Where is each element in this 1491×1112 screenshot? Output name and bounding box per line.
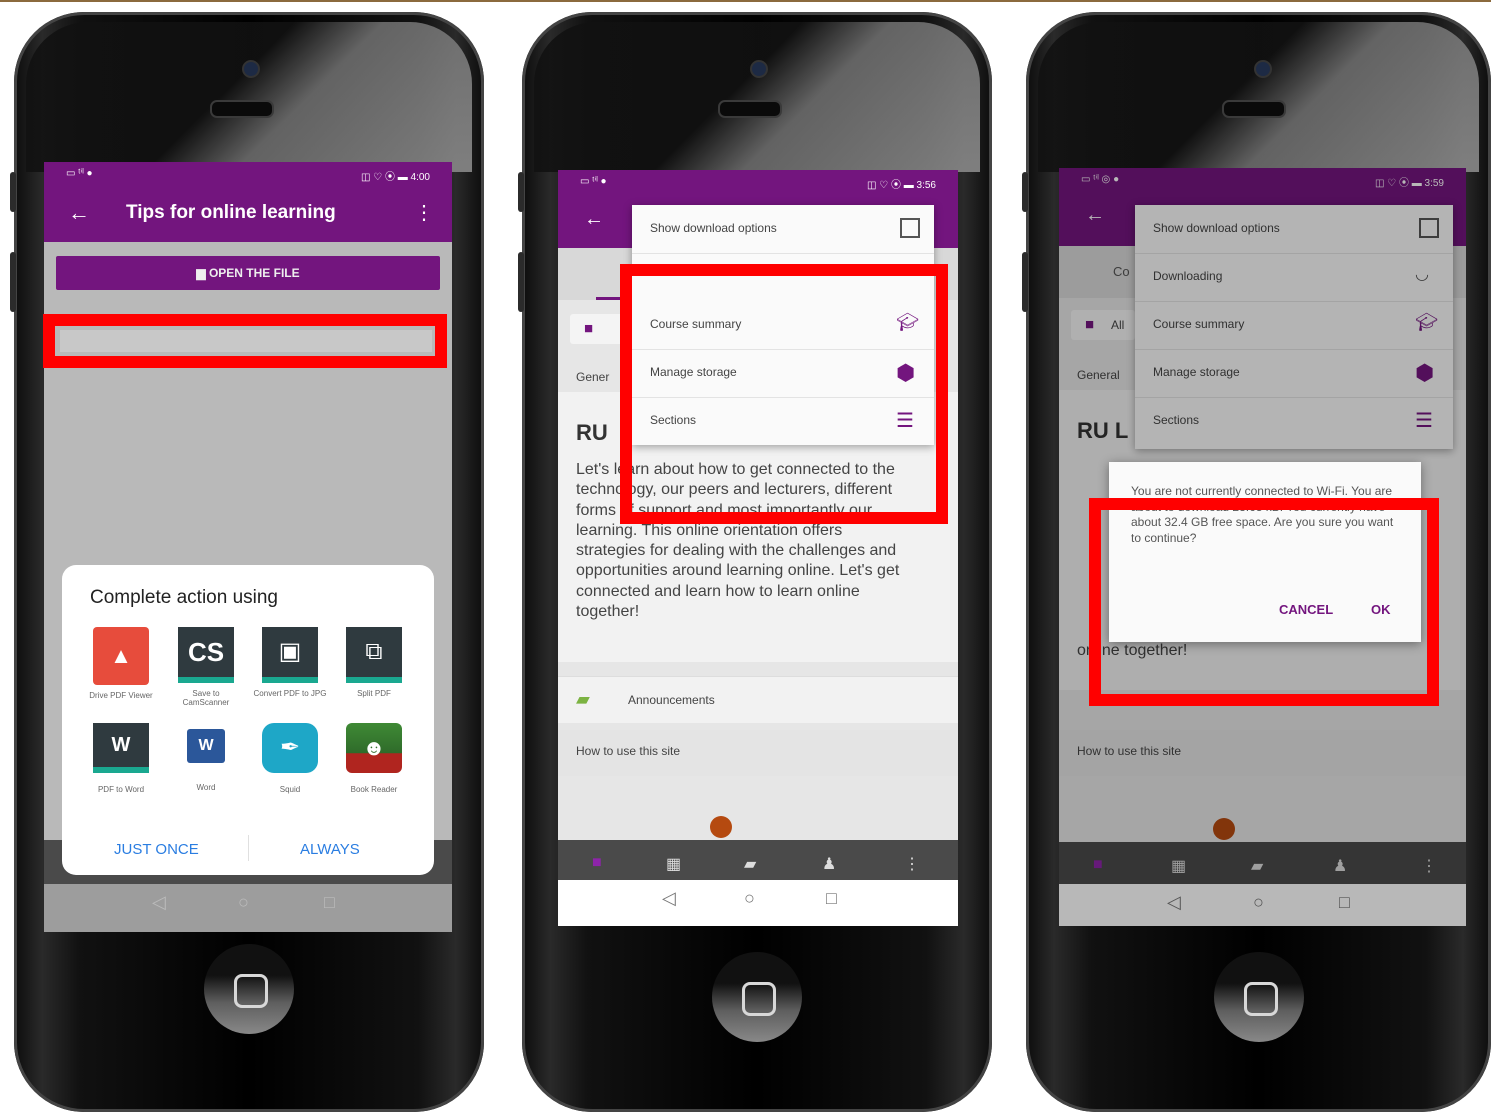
phone-side-button — [518, 252, 524, 312]
nav-home-icon[interactable]: ○ — [744, 888, 755, 909]
complete-action-sheet: Complete action using ▲ Drive PDF Viewer… — [62, 565, 434, 875]
folder-icon: ■ — [584, 320, 594, 337]
open-file-label: OPEN THE FILE — [208, 266, 300, 280]
pdf-to-jpg-icon: ▣ — [262, 627, 318, 683]
system-nav-bar: ◁ ○ □ — [558, 880, 958, 926]
notifications-tab-icon[interactable]: ♟ — [822, 854, 836, 874]
app-option-squid[interactable]: ✒ Squid — [252, 723, 328, 794]
camscanner-icon: CS — [178, 627, 234, 683]
split-pdf-icon: ⧉ — [346, 627, 402, 683]
nav-back-icon[interactable]: ◁ — [662, 888, 676, 909]
phone-side-button — [10, 172, 16, 212]
menu-item-show-download-options[interactable]: Show download options — [632, 205, 934, 254]
nav-back-icon[interactable]: ◁ — [152, 892, 166, 913]
status-right-icons: ◫ ♡ ⦿ ▬ 3:56 — [867, 180, 936, 191]
pdf-to-word-icon: W — [93, 723, 149, 773]
just-once-button[interactable]: JUST ONCE — [114, 841, 199, 858]
app-option-book-reader[interactable]: ☻ Book Reader — [336, 723, 412, 794]
phone-speaker — [718, 100, 782, 118]
screen-1: ▭ ᵗⁱˡ ● ◫ ♡ ⦿ ▬ 4:00 ← Tips for online l… — [44, 162, 452, 932]
app-label: Save to CamScanner — [182, 689, 230, 707]
status-left-icons: ▭ ᵗⁱˡ ● — [580, 176, 607, 187]
home-tab-icon[interactable]: ■ — [592, 854, 602, 872]
phone-frame-1: ▭ ᵗⁱˡ ● ◫ ♡ ⦿ ▬ 4:00 ← Tips for online l… — [10, 12, 484, 1112]
checkbox-icon[interactable] — [900, 218, 920, 238]
app-label: Convert PDF to JPG — [253, 689, 327, 698]
section-general-label: Gener — [576, 370, 610, 384]
front-camera — [750, 60, 768, 78]
status-bar: ▭ ᵗⁱˡ ● ◫ ♡ ⦿ ▬ 4:00 — [44, 162, 452, 186]
app-option-pdf-to-jpg[interactable]: ▣ Convert PDF to JPG — [252, 627, 328, 698]
illustration-figure — [710, 816, 732, 838]
top-border — [0, 0, 1491, 2]
app-label: Word — [196, 783, 216, 792]
front-camera — [242, 60, 260, 78]
phone-side-button — [10, 252, 16, 312]
sheet-title: Complete action using — [90, 587, 278, 608]
phone-side-button — [1022, 172, 1028, 212]
phone-frame-2: ▭ ᵗⁱˡ ● ◫ ♡ ⦿ ▬ 3:56 ← ■ Gener RU Let's … — [518, 12, 992, 1112]
app-label: Book Reader — [350, 785, 398, 794]
menu-item-label: Show download options — [650, 221, 777, 235]
calendar-tab-icon[interactable]: ▦ — [666, 854, 681, 874]
back-arrow-icon[interactable]: ← — [584, 208, 604, 231]
announcements-row[interactable]: ▰ Announcements — [558, 676, 958, 723]
more-tab-icon[interactable]: ⋮ — [904, 854, 920, 874]
file-icon: ▆ — [196, 266, 209, 280]
app-label: Squid — [279, 785, 301, 794]
highlight-box — [1089, 498, 1439, 706]
app-option-camscanner[interactable]: CS Save to CamScanner — [168, 627, 244, 707]
front-camera — [1254, 60, 1272, 78]
nav-recents-icon[interactable]: □ — [324, 892, 335, 913]
app-option-split-pdf[interactable]: ⧉ Split PDF — [336, 627, 412, 698]
status-left-icons: ▭ ᵗⁱˡ ● — [66, 168, 93, 179]
back-arrow-icon[interactable]: ← — [68, 200, 90, 226]
app-option-pdf-to-word[interactable]: W PDF to Word — [86, 723, 156, 794]
app-label: Split PDF — [357, 689, 391, 698]
squid-icon: ✒ — [262, 723, 318, 773]
forum-icon: ▰ — [576, 689, 590, 709]
status-bar: ▭ ᵗⁱˡ ● ◫ ♡ ⦿ ▬ 3:56 — [558, 170, 958, 194]
app-option-word[interactable]: W Word — [168, 723, 244, 792]
home-button[interactable] — [204, 944, 294, 1034]
always-button[interactable]: ALWAYS — [300, 841, 360, 858]
highlight-box — [620, 264, 948, 524]
status-right-icons: ◫ ♡ ⦿ ▬ 4:00 — [361, 172, 430, 183]
how-to-use-label: How to use this site — [576, 744, 681, 758]
overflow-menu-icon[interactable]: ⋮ — [414, 200, 434, 225]
section-heading: RU — [576, 420, 608, 445]
open-file-button[interactable]: ▆ OPEN THE FILE — [56, 256, 440, 290]
app-label: PDF to Word — [97, 785, 145, 794]
home-button[interactable] — [712, 952, 802, 1042]
highlight-box — [43, 314, 447, 368]
app-title: Tips for online learning — [126, 202, 336, 223]
app-label: Drive PDF Viewer — [89, 691, 153, 700]
divider — [248, 835, 249, 861]
book-reader-icon: ☻ — [346, 723, 402, 773]
drive-pdf-icon: ▲ — [93, 627, 149, 685]
phone-speaker — [210, 100, 274, 118]
phone-side-button — [518, 172, 524, 212]
app-bar: ← Tips for online learning ⋮ — [44, 186, 452, 242]
how-to-use-row[interactable]: How to use this site — [558, 730, 958, 776]
phone-side-button — [1022, 252, 1028, 312]
messages-tab-icon[interactable]: ▰ — [744, 854, 756, 874]
home-button[interactable] — [1214, 952, 1304, 1042]
app-option-drive-pdf[interactable]: ▲ Drive PDF Viewer — [86, 627, 156, 700]
word-icon: W — [187, 729, 225, 763]
announcements-label: Announcements — [628, 693, 715, 707]
nav-home-icon[interactable]: ○ — [238, 892, 249, 913]
system-nav-bar: ◁ ○ □ — [44, 884, 452, 932]
nav-recents-icon[interactable]: □ — [826, 888, 837, 909]
phone-frame-3: ▭ ᵗⁱˡ ◎ ● ◫ ♡ ⦿ ▬ 3:59 ← Co ■ All Genera… — [1022, 12, 1491, 1112]
phone-speaker — [1222, 100, 1286, 118]
